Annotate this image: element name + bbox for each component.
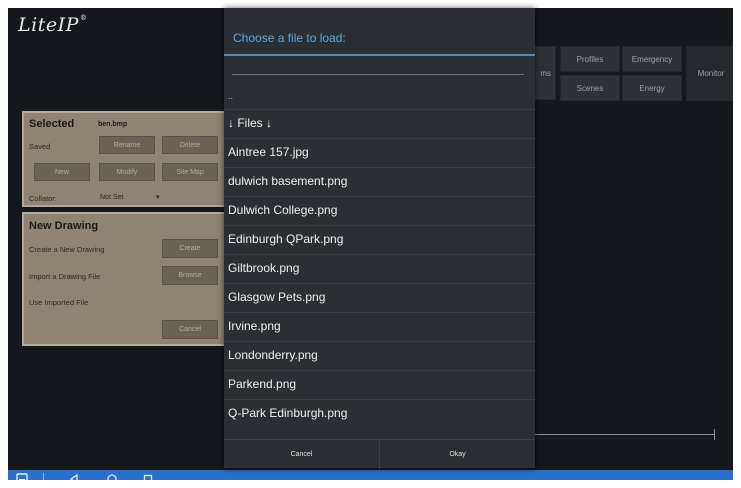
file-item[interactable]: Glasgow Pets.png <box>224 283 535 312</box>
file-item[interactable]: Dulwich College.png <box>224 196 535 225</box>
dialog-title: Choose a file to load: <box>233 31 346 45</box>
file-item[interactable]: Aintree 157.jpg <box>224 138 535 167</box>
file-item[interactable]: Londonderry.png <box>224 341 535 370</box>
new-button[interactable]: New <box>34 163 90 181</box>
monitor-button[interactable]: Monitor <box>686 46 733 101</box>
parent-directory-item[interactable]: .. <box>228 91 233 101</box>
sitemap-button[interactable]: Site Map <box>162 163 218 181</box>
home-icon[interactable] <box>104 470 120 480</box>
new-drawing-panel: New Drawing Create a New Drawing Create … <box>22 212 226 346</box>
liteip-logo: LiteIP® <box>18 14 88 36</box>
delete-button[interactable]: Delete <box>162 136 218 154</box>
selected-filename: ben.bmp <box>98 121 128 128</box>
browse-button[interactable]: Browse <box>162 266 218 285</box>
dialog-footer: Cancel Okay <box>224 439 535 469</box>
create-drawing-label: Create a New Drawing <box>29 245 105 254</box>
files-header: ↓ Files ↓ <box>228 116 273 130</box>
create-button[interactable]: Create <box>162 239 218 258</box>
navbar-divider <box>43 473 44 480</box>
selected-panel: Selected ben.bmp Saved Rename Delete New… <box>22 111 226 207</box>
saved-label: Saved <box>29 142 51 151</box>
rename-button[interactable]: Rename <box>99 136 155 154</box>
collator-label: Collator: <box>29 194 57 203</box>
file-item[interactable]: Q-Park Edinburgh.png <box>224 399 535 428</box>
file-item[interactable]: dulwich basement.png <box>224 167 535 196</box>
scenes-button[interactable]: Scenes <box>560 75 620 101</box>
file-item[interactable]: Parkend.png <box>224 370 535 399</box>
chevron-down-icon[interactable]: ▾ <box>156 193 160 201</box>
new-drawing-title: New Drawing <box>29 220 99 232</box>
collator-value[interactable]: Not Set <box>100 194 123 201</box>
path-input[interactable] <box>232 74 524 75</box>
emergency-button[interactable]: Emergency <box>622 46 682 72</box>
import-drawing-label: Import a Drawing File <box>29 272 101 281</box>
system-navbar <box>8 470 733 480</box>
file-item[interactable]: Giltbrook.png <box>224 254 535 283</box>
back-icon[interactable] <box>66 470 82 480</box>
use-imported-label: Use Imported File <box>29 298 89 307</box>
timeline-slider[interactable] <box>535 434 715 435</box>
file-item[interactable]: Edinburgh QPark.png <box>224 225 535 254</box>
timeline-end-marker <box>714 429 715 440</box>
modify-button[interactable]: Modify <box>99 163 155 181</box>
energy-button[interactable]: Energy <box>622 75 682 101</box>
dialog-okay-button[interactable]: Okay <box>380 440 535 469</box>
files-header-row: ↓ Files ↓ <box>224 109 535 138</box>
dialog-title-divider <box>224 54 535 56</box>
selected-title: Selected <box>29 118 75 130</box>
file-item[interactable]: Irvine.png <box>224 312 535 341</box>
cancel-drawing-button[interactable]: Cancel <box>162 320 218 339</box>
app-icon[interactable] <box>14 470 30 480</box>
dialog-cancel-button[interactable]: Cancel <box>224 440 380 469</box>
file-chooser-dialog: Choose a file to load: .. ↓ Files ↓ Aint… <box>224 8 535 469</box>
profiles-button[interactable]: Profiles <box>560 46 620 72</box>
recents-icon[interactable] <box>140 470 156 480</box>
